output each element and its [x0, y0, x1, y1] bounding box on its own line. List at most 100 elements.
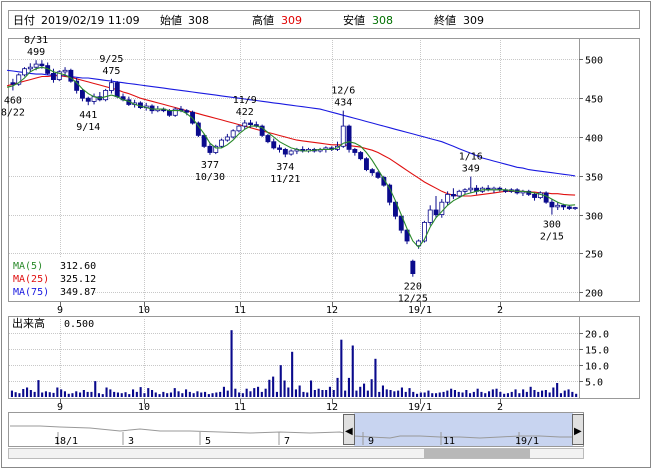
candle-body-down — [358, 152, 364, 160]
candle-body-down — [561, 204, 566, 208]
navigator-label: 3 — [128, 436, 134, 447]
volume-bar — [44, 391, 47, 397]
candle — [358, 150, 364, 161]
volume-bar — [363, 383, 366, 397]
candle — [172, 107, 178, 117]
volume-bar — [495, 388, 498, 397]
volume-bar — [257, 386, 260, 397]
candle-body-down — [114, 82, 120, 98]
volume-bar — [325, 390, 328, 397]
candle-body-down — [10, 82, 16, 85]
volume-bar — [226, 390, 229, 397]
annotation-text: 441 — [79, 110, 97, 121]
volume-bar — [219, 391, 222, 397]
volume-bar — [211, 393, 214, 397]
candle — [103, 88, 109, 102]
volume-bar — [472, 391, 475, 397]
volume-bar — [279, 365, 282, 397]
candle-body-down — [549, 201, 555, 208]
volume-bar — [116, 392, 119, 397]
volume-bar — [423, 392, 426, 397]
month-label: 9 — [57, 305, 63, 316]
annotation-subtext: 2/15 — [540, 232, 564, 243]
open-value: 308 — [188, 14, 209, 27]
annotation-subtext: 434 — [334, 98, 352, 109]
legend-ma25-label: MA(25) — [13, 274, 49, 285]
volume-bar — [533, 390, 536, 397]
month-label: 9 — [57, 402, 63, 413]
date-value: 2019/02/19 11:09 — [41, 14, 140, 27]
candle — [22, 67, 27, 77]
date-label: 日付 — [13, 14, 35, 27]
volume-bar — [132, 389, 135, 397]
volume-bar — [48, 392, 51, 397]
volume-bar — [241, 393, 244, 397]
close-label: 終値 — [434, 13, 456, 27]
volume-bar — [60, 389, 63, 397]
volume-bar — [567, 389, 570, 397]
ma-legend: MA(5) 312.60 MA(25) 325.12 MA(75) 349.87 — [9, 257, 96, 301]
volume-bar — [336, 377, 339, 397]
candle-body-up — [230, 130, 236, 138]
volume-bar — [188, 391, 191, 397]
candle-body-up — [172, 108, 178, 116]
volume-bar — [344, 390, 347, 397]
volume-bar — [556, 383, 559, 397]
volume-bar — [313, 390, 316, 397]
annotation-subtext: 349 — [462, 164, 480, 175]
candle-body-down — [51, 73, 56, 81]
volume-bar — [427, 390, 430, 397]
volume-bar — [143, 393, 146, 397]
range-navigator[interactable]: ◀ ▶ 18/1 3 5 7 9 11 19/1 — [8, 412, 584, 459]
volume-bar — [169, 392, 172, 397]
candle-body-down — [566, 206, 572, 209]
volume-bar — [298, 385, 301, 397]
volume-bar — [41, 392, 44, 397]
candle-body-up — [103, 90, 109, 101]
volume-bar — [18, 393, 21, 397]
volume-bar — [234, 388, 237, 397]
candle-body-up — [445, 193, 451, 203]
annotation-text: 220 — [404, 282, 422, 293]
volume-bar — [56, 387, 59, 397]
candle-body-up — [219, 139, 224, 147]
volume-bar — [340, 339, 343, 397]
volume-bar — [476, 388, 479, 397]
left-handle-icon: ◀ — [345, 426, 353, 437]
low-value: 308 — [372, 14, 393, 27]
volume-bar — [268, 379, 271, 397]
candle — [56, 70, 62, 82]
candle-body-up — [468, 187, 474, 191]
volume-bar — [147, 388, 150, 397]
scrollbar-thumb[interactable] — [424, 449, 530, 458]
navigator-label: 7 — [284, 436, 290, 447]
month-label: 19/1 — [408, 402, 432, 413]
month-label: 12 — [326, 305, 338, 316]
volume-bar — [294, 389, 297, 397]
volume-bar — [529, 386, 532, 397]
close-value: 309 — [463, 14, 484, 27]
navigator-selection[interactable] — [354, 413, 573, 446]
annotation-text: 12/6 — [331, 86, 355, 97]
volume-bar — [101, 394, 104, 397]
volume-bar — [359, 386, 362, 397]
volume-bar — [332, 390, 335, 397]
navigator-label: 5 — [205, 436, 211, 447]
volume-bar — [347, 377, 350, 397]
candle-body-up — [22, 68, 27, 76]
open-label: 始値 — [160, 13, 182, 27]
candle-body-down — [433, 209, 439, 216]
candle — [114, 81, 120, 99]
volume-bar — [366, 390, 369, 397]
volume-bar — [541, 390, 544, 397]
low-label: 安値 — [343, 13, 365, 27]
volume-bar — [453, 390, 456, 397]
volume-bar — [355, 390, 358, 397]
volume-bar — [480, 391, 483, 397]
annotation-text: 1/16 — [459, 152, 483, 163]
candle-body-down — [271, 141, 277, 149]
candle-body-down — [184, 110, 190, 113]
volume-bar — [86, 391, 89, 397]
month-label: 11 — [234, 402, 246, 413]
candle-body-up — [462, 189, 468, 192]
